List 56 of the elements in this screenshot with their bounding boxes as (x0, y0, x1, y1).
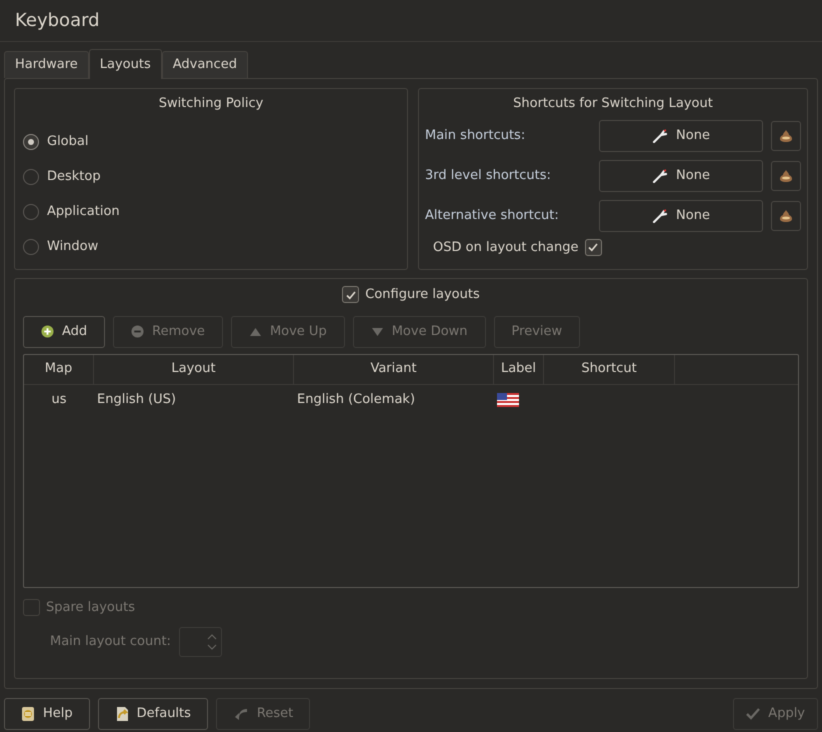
column-header[interactable]: Shortcut (544, 354, 675, 384)
wrench-icon (652, 168, 668, 182)
checkmark-icon (344, 288, 357, 301)
radio-option[interactable]: Application (23, 202, 399, 222)
field-label: Main layout count: (50, 633, 171, 652)
checkbox-label: Spare layouts (46, 598, 135, 616)
checkbox[interactable] (584, 238, 602, 256)
clear-shortcut-button[interactable] (771, 200, 801, 230)
radio-button[interactable] (23, 168, 39, 184)
column-header[interactable]: Map (24, 354, 94, 384)
tab[interactable]: Layouts (88, 49, 162, 79)
checkmark-icon (746, 708, 760, 720)
checkmark-icon (587, 241, 599, 254)
table-cell-text: us (50, 390, 68, 409)
radio-option[interactable]: Global (23, 132, 399, 152)
table-cell-text: English (US) (96, 390, 177, 409)
document-arrow-icon (114, 706, 129, 722)
shortcut-label: 3rd level shortcuts: (425, 166, 552, 185)
clear-shortcut-button[interactable] (771, 160, 801, 190)
spin-arrows-icon (206, 632, 217, 652)
wrench-icon (652, 208, 668, 222)
column-header[interactable]: Layout (94, 354, 294, 384)
radio-option[interactable]: Window (23, 236, 399, 256)
shortcut-button[interactable]: None (599, 200, 763, 232)
checkbox-label: Configure layouts (365, 286, 480, 304)
help-icon (21, 706, 35, 722)
triangle-down-icon (370, 326, 384, 336)
radio-option[interactable]: Desktop (23, 166, 399, 186)
checkbox[interactable] (342, 286, 360, 304)
group-title: Switching Policy (158, 95, 264, 113)
group-title: Shortcuts for Switching Layout (513, 95, 713, 113)
radio-button[interactable] (23, 238, 39, 254)
clear-shortcut-button[interactable] (771, 120, 801, 150)
column-header[interactable]: Label (494, 354, 544, 384)
table-row[interactable]: us English (US) English (Colemak) (24, 384, 798, 414)
tab[interactable]: Advanced (162, 51, 248, 78)
shortcut-label: Main shortcuts: (425, 126, 526, 145)
undo-arrow-icon (232, 707, 249, 721)
window-title: Keyboard (15, 9, 100, 33)
toolbar-button[interactable]: Add (23, 316, 106, 348)
wrench-icon (652, 128, 668, 142)
table-cell-text: English (Colemak) (296, 390, 416, 409)
tab[interactable]: Hardware (4, 51, 89, 78)
dialog-button[interactable]: Help (4, 698, 90, 730)
triangle-up-icon (248, 326, 262, 336)
shortcut-button[interactable]: None (599, 120, 763, 152)
radio-button[interactable] (23, 204, 39, 220)
column-header[interactable]: Variant (294, 354, 494, 384)
dialog-button[interactable]: Defaults (98, 698, 208, 730)
plus-icon (41, 325, 54, 338)
radio-button[interactable] (23, 134, 39, 150)
minus-icon (131, 325, 144, 338)
shortcut-button[interactable]: None (599, 160, 763, 192)
shortcut-label: Alternative shortcut: (425, 206, 560, 225)
checkbox-label: OSD on layout change (433, 238, 578, 256)
flag-icon (497, 392, 519, 406)
